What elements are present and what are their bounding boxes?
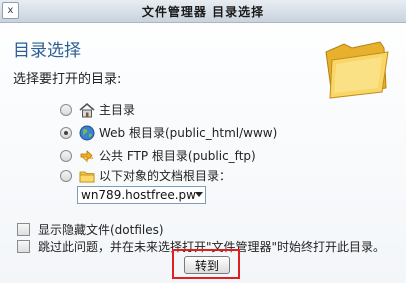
window-title: 文件管理器 目录选择: [141, 4, 265, 19]
option-public-ftp[interactable]: 公共 FTP 根目录(public_ftp): [60, 147, 256, 164]
domain-select[interactable]: wn789.hostfree.pw: [77, 186, 206, 204]
skip-question-checkbox[interactable]: [17, 240, 30, 253]
radio-document-root[interactable]: [60, 169, 72, 182]
close-button[interactable]: x: [2, 2, 19, 19]
globe-icon: [79, 125, 95, 140]
select-directory-prompt: 选择要打开的目录:: [13, 72, 122, 87]
option-label: 以下对象的文档根目录：: [99, 169, 232, 183]
title-bar: x 文件管理器 目录选择: [0, 0, 406, 23]
option-home-directory[interactable]: 主目录: [60, 101, 135, 118]
radio-home[interactable]: [60, 103, 72, 116]
option-document-root[interactable]: 以下对象的文档根目录：: [60, 167, 231, 184]
option-label: 公共 FTP 根目录(public_ftp): [99, 149, 256, 163]
chevron-down-icon: [195, 192, 203, 197]
go-button[interactable]: 转到: [184, 256, 230, 274]
option-label: Web 根目录(public_html/www): [99, 126, 278, 140]
ftp-icon: [80, 149, 93, 162]
show-hidden-files-checkbox[interactable]: [17, 223, 30, 236]
go-button-highlight: 转到: [172, 249, 240, 279]
option-web-root[interactable]: Web 根目录(public_html/www): [60, 124, 277, 141]
close-icon: x: [7, 4, 14, 16]
domain-select-value: wn789.hostfree.pw: [81, 188, 196, 202]
checkbox-label: 显示隐藏文件(dotfiles): [38, 223, 164, 237]
open-folder-icon: [325, 41, 389, 99]
option-label: 主目录: [99, 103, 136, 117]
home-icon: [79, 102, 95, 117]
directory-selection-dialog: x 文件管理器 目录选择 目录选择 选择要打开的目录: 主目录 Web 根目录(…: [0, 0, 406, 283]
show-hidden-files-option[interactable]: 显示隐藏文件(dotfiles): [17, 221, 164, 238]
radio-public-ftp[interactable]: [60, 149, 72, 162]
page-title: 目录选择: [13, 41, 81, 61]
folder-icon: [79, 171, 95, 182]
radio-web-root[interactable]: [60, 126, 72, 139]
